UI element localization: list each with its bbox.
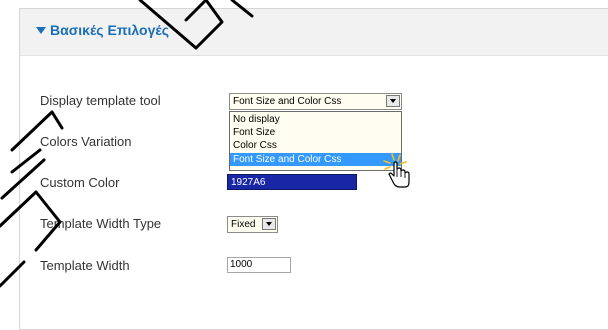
panel-title: Βασικές Επιλογές [50,22,169,38]
template-width-label: Template Width [40,258,130,273]
chevron-down-icon[interactable] [262,218,276,230]
display-template-tool-select[interactable]: Font Size and Color Css [229,93,402,110]
chevron-down-icon[interactable] [386,95,400,107]
display-template-tool-options: No display Font Size Color Css Font Size… [229,111,402,171]
template-width-type-select[interactable]: Fixed [227,216,278,233]
option-font-size[interactable]: Font Size [230,126,401,139]
select-value: Fixed [231,219,256,230]
option-no-display[interactable]: No display [230,113,401,126]
custom-color-input[interactable]: 1927A6 [227,174,357,190]
triangle-down-icon[interactable] [36,27,46,34]
template-width-input[interactable]: 1000 [227,257,291,273]
panel-header[interactable]: Βασικές Επιλογές [20,9,608,56]
custom-color-label: Custom Color [40,175,120,190]
display-template-tool-label: Display template tool [40,93,161,108]
hand-pointer-icon [383,153,410,188]
template-width-type-label: Template Width Type [40,216,162,231]
colors-variation-label: Colors Variation [40,134,132,149]
option-color-css[interactable]: Color Css [230,139,401,152]
select-value: Font Size and Color Css [233,96,342,107]
option-font-size-and-color-css[interactable]: Font Size and Color Css [230,153,401,166]
